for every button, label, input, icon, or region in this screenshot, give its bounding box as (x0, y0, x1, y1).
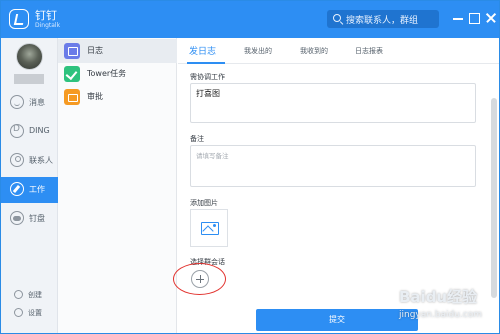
nav-label: 钉盘 (29, 214, 45, 223)
coordination-field[interactable]: 打喜图 (190, 83, 476, 123)
contacts-icon (10, 153, 24, 167)
approval-icon (64, 89, 80, 105)
photo-label: 添加图片 (190, 199, 218, 207)
notes-label: 备注 (190, 135, 204, 143)
app-item-approval[interactable]: 审批 (58, 85, 177, 109)
nav-item-work[interactable]: 工作 (1, 177, 58, 203)
ding-icon (10, 124, 24, 138)
nav-item-disk[interactable]: 钉盘 (1, 206, 58, 232)
dingtalk-window: 钉钉 Dingtalk 搜索联系人，群组 消息 DING 联系人 工作 (0, 0, 500, 334)
submit-button[interactable]: 提交 (256, 309, 418, 331)
tab-sent-by-me[interactable]: 我发出的 (244, 46, 272, 56)
nav-create[interactable]: 创建 (1, 287, 58, 303)
baidu-watermark: Baidu经验 jingyan.baidu.com (399, 286, 499, 332)
app-item-tower[interactable]: Tower任务 (58, 62, 177, 86)
create-icon (14, 290, 23, 299)
dingtalk-logo-icon (9, 9, 29, 29)
watermark-sub: jingyan.baidu.com (399, 310, 483, 320)
nav-bottom-label: 创建 (28, 291, 42, 299)
maximize-icon[interactable] (468, 12, 480, 24)
tab-received[interactable]: 我收到的 (300, 46, 328, 56)
avatar-name-redacted (14, 74, 44, 84)
nav-settings[interactable]: 设置 (1, 305, 58, 321)
search-placeholder: 搜索联系人，群组 (346, 16, 419, 26)
work-icon (10, 182, 24, 196)
app-label: Tower任务 (87, 69, 127, 78)
message-icon (10, 95, 24, 109)
tower-icon (64, 66, 80, 82)
coordination-value: 打喜图 (196, 89, 220, 98)
add-photo-button[interactable] (190, 209, 228, 247)
app-name: 钉钉 (35, 9, 57, 22)
red-highlight-annotation (173, 263, 226, 295)
title-bar: 钉钉 Dingtalk 搜索联系人，群组 (1, 1, 499, 38)
app-item-log[interactable]: 日志 (58, 39, 177, 63)
tab-send-log[interactable]: 发日志 (189, 44, 216, 57)
work-apps-list: 日志 Tower任务 审批 (58, 38, 177, 333)
avatar[interactable] (16, 43, 43, 70)
left-nav: 消息 DING 联系人 工作 钉盘 创建 设置 (1, 38, 58, 333)
disk-icon (10, 211, 24, 225)
log-icon (64, 43, 80, 59)
app-label: 审批 (87, 92, 103, 101)
image-icon (201, 222, 219, 235)
minimize-icon[interactable] (452, 12, 464, 24)
app-label: 日志 (87, 46, 103, 55)
nav-label: 联系人 (29, 156, 53, 165)
scrollbar[interactable] (491, 68, 497, 308)
settings-icon (14, 308, 23, 317)
tab-log-report[interactable]: 日志报表 (355, 46, 383, 56)
close-icon[interactable] (485, 12, 497, 24)
notes-field[interactable]: 请填写备注 (190, 145, 476, 187)
nav-label: 消息 (29, 98, 45, 107)
nav-item-messages[interactable]: 消息 (1, 90, 58, 116)
notes-placeholder: 请填写备注 (196, 152, 229, 160)
nav-item-ding[interactable]: DING (1, 119, 58, 145)
nav-bottom-label: 设置 (28, 309, 42, 317)
search-input[interactable]: 搜索联系人，群组 (327, 10, 439, 28)
app-subtitle: Dingtalk (35, 22, 61, 29)
coordination-label: 需协调工作 (190, 73, 225, 81)
nav-item-contacts[interactable]: 联系人 (1, 148, 58, 174)
watermark-main: Baidu经验 (399, 288, 478, 306)
nav-label: DING (29, 126, 50, 135)
active-tab-indicator (187, 62, 225, 64)
search-icon (333, 14, 341, 22)
scroll-thumb[interactable] (491, 98, 497, 298)
nav-label: 工作 (29, 185, 45, 194)
tab-bar: 发日志 我发出的 我收到的 日志报表 (178, 38, 499, 64)
